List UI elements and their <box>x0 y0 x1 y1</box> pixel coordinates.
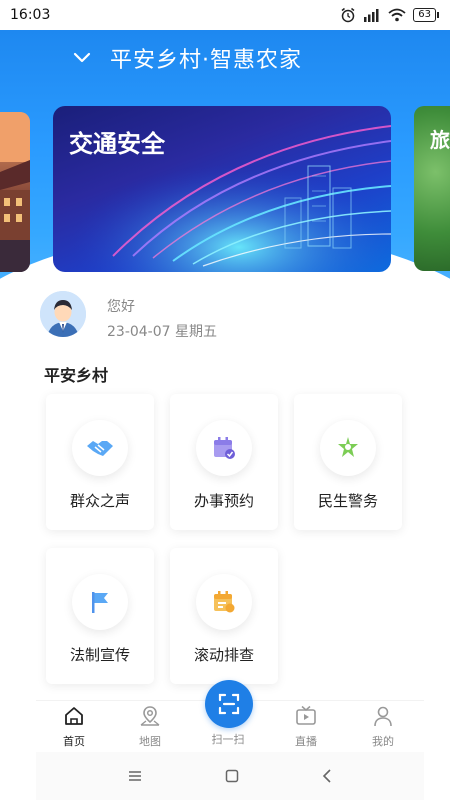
status-icons: 63 <box>340 7 439 23</box>
battery-icon: 63 <box>413 8 439 22</box>
banner-slide-prev[interactable] <box>0 112 30 272</box>
tile-rolling-check[interactable]: 滚动排查 <box>170 548 278 684</box>
greeting-hello: 您好 <box>107 299 135 315</box>
tile-label: 滚动排查 <box>193 646 254 664</box>
scan-button[interactable] <box>205 680 253 728</box>
flag-icon <box>92 592 108 613</box>
system-nav-bar <box>36 752 424 800</box>
nav-label: 我的 <box>372 735 394 748</box>
banner-traffic-safety[interactable]: 交通安全 <box>53 106 391 272</box>
avatar[interactable] <box>40 291 86 337</box>
signal-icon <box>364 9 379 22</box>
banner-title: 交通安全 <box>69 130 165 158</box>
banner-slide-next[interactable]: 旅 <box>414 106 450 271</box>
handshake-icon <box>87 441 113 456</box>
tv-icon <box>296 705 316 725</box>
tile-appointment[interactable]: 办事预约 <box>170 394 278 530</box>
back-icon[interactable] <box>322 769 332 783</box>
calendar-edit-icon <box>214 591 235 613</box>
menu-icon[interactable] <box>128 770 142 782</box>
tile-icon-wrap <box>196 574 252 630</box>
tile-icon-wrap <box>72 420 128 476</box>
tile-icon-wrap <box>320 420 376 476</box>
status-time: 16:03 <box>10 7 51 23</box>
tile-label: 民生警务 <box>317 492 378 510</box>
tile-public-voice[interactable]: 群众之声 <box>46 394 154 530</box>
home-icon <box>65 707 83 725</box>
alarm-icon <box>341 7 355 23</box>
scan-icon <box>218 693 240 715</box>
tile-label: 办事预约 <box>193 492 254 510</box>
greeting-date: 23-04-07 星期五 <box>107 324 217 340</box>
tile-legal-publicity[interactable]: 法制宣传 <box>46 548 154 684</box>
tile-icon-wrap <box>72 574 128 630</box>
wifi-icon <box>388 8 406 22</box>
map-icon <box>140 706 160 726</box>
chevron-down-icon[interactable] <box>72 51 92 65</box>
tile-icon-wrap <box>196 420 252 476</box>
tile-police-service[interactable]: 民生警务 <box>294 394 402 530</box>
nav-item-home[interactable]: 首页 <box>44 705 104 749</box>
status-bar: 16:03 63 <box>0 0 450 30</box>
village-image <box>0 112 30 272</box>
tile-label: 群众之声 <box>69 492 130 510</box>
calendar-check-icon <box>214 437 235 459</box>
banner-next-label: 旅 <box>430 128 450 152</box>
nav-item-scan[interactable]: 扫一扫 <box>198 729 258 747</box>
user-icon <box>374 706 392 727</box>
nav-item-profile[interactable]: 我的 <box>353 705 413 749</box>
nav-label: 扫一扫 <box>211 733 245 746</box>
user-avatar-icon <box>40 291 86 337</box>
nav-label: 地图 <box>139 735 161 748</box>
nav-label: 首页 <box>63 735 85 748</box>
home-square-icon[interactable] <box>225 769 239 783</box>
section-title: 平安乡村 <box>44 366 109 385</box>
nav-item-live[interactable]: 直播 <box>276 705 336 749</box>
police-service-icon <box>338 437 358 457</box>
header: 平安乡村·智惠农家 <box>0 38 450 78</box>
tile-label: 法制宣传 <box>69 646 130 664</box>
header-title: 平安乡村·智惠农家 <box>110 48 302 73</box>
nav-item-map[interactable]: 地图 <box>120 705 180 749</box>
nav-label: 直播 <box>295 735 317 748</box>
